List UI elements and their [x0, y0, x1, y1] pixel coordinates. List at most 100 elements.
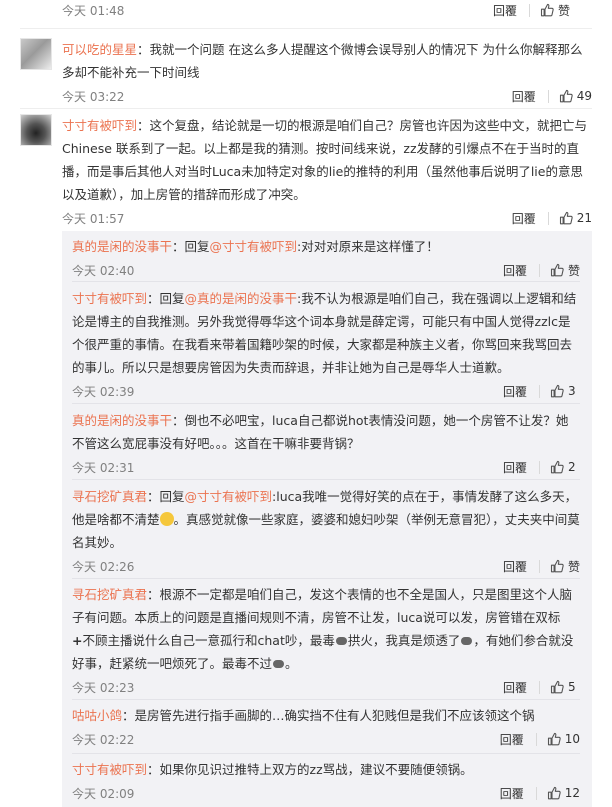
thumbs-up-icon	[550, 559, 564, 573]
reply-text: 咕咕小鸽：是房管先进行指手画脚的…确实挡不住有人犯贱但是我们不应该领这个锅	[72, 708, 535, 723]
reply-text: 寸寸有被吓到：回复@真的是闲的没事干:我不认为根源是咱们自己，我在强调以上逻辑和…	[72, 291, 577, 375]
reply-item: 寸寸有被吓到：如果你见识过推特上双方的zz骂战，建议不要随便领锅。 今天 02:…	[72, 758, 580, 803]
reply-button[interactable]: 回覆	[503, 459, 527, 476]
reply-footer: 今天 02:23 回覆 5	[72, 677, 580, 697]
reply-footer: 今天 02:39 回覆 3	[72, 381, 580, 401]
comment-footer: 今天 01:57 回覆 21	[62, 208, 592, 228]
avatar[interactable]	[20, 114, 52, 146]
user-name[interactable]: 咕咕小鸽	[72, 708, 122, 723]
thumbs-up-icon	[547, 732, 561, 746]
reply-footer: 今天 02:09 回覆 12	[72, 783, 580, 803]
mention-link[interactable]: @真的是闲的没事干	[185, 291, 298, 306]
user-name[interactable]: 寸寸有被吓到	[72, 291, 147, 306]
like-count: 5	[568, 680, 576, 694]
user-name[interactable]: 真的是闲的没事干	[72, 239, 172, 254]
user-name[interactable]: 寻石挖矿真君	[72, 489, 147, 504]
avatar[interactable]	[20, 38, 52, 70]
reply-footer: 今天 02:31 回覆 2	[72, 457, 580, 477]
comment-feed: 今天 01:48 回覆 赞 可以吃的星星：我就一个问题 在这么多人提醒这个微博会…	[0, 0, 612, 807]
user-name[interactable]: 寸寸有被吓到	[62, 118, 137, 133]
reply-footer: 今天 02:26 回覆 赞	[72, 556, 580, 576]
reply-item: 真的是闲的没事干：倒也不必吧宝，luca自己都说hot表情没问题，她一个房管不让…	[72, 409, 580, 477]
like-button[interactable]: 赞	[550, 262, 580, 279]
like-button[interactable]: 21	[559, 211, 592, 225]
divider	[72, 281, 580, 282]
user-name[interactable]: 真的是闲的没事干	[72, 413, 172, 428]
nested-replies: 真的是闲的没事干：回复@寸寸有被吓到:对对对原来是这样懂了！ 今天 02:40 …	[62, 231, 592, 807]
reply-time: 今天 02:39	[72, 384, 135, 399]
like-button[interactable]: 3	[550, 384, 580, 398]
emoji-icon	[273, 660, 285, 668]
reply-item: 真的是闲的没事干：回复@寸寸有被吓到:对对对原来是这样懂了！ 今天 02:40 …	[72, 235, 580, 280]
thumbs-up-icon	[550, 263, 564, 277]
reply-button[interactable]: 回覆	[512, 88, 536, 105]
reply-footer: 今天 02:22 回覆 10	[72, 729, 580, 749]
mention-link[interactable]: @寸寸有被吓到	[185, 489, 273, 504]
reply-time: 今天 02:09	[72, 786, 135, 801]
reply-button[interactable]: 回覆	[503, 679, 527, 696]
reply-item: 咕咕小鸽：是房管先进行指手画脚的…确实挡不住有人犯贱但是我们不应该领这个锅 今天…	[72, 704, 580, 749]
thumbs-up-icon	[550, 384, 564, 398]
like-count: 赞	[567, 263, 580, 278]
like-count: 2	[568, 460, 576, 474]
comment-time: 今天 01:48	[62, 3, 125, 18]
like-button[interactable]: 5	[550, 680, 580, 694]
user-name[interactable]: 寻石挖矿真君	[72, 587, 147, 602]
reply-time: 今天 02:40	[72, 263, 135, 278]
reply-text: 寸寸有被吓到：如果你见识过推特上双方的zz骂战，建议不要随便领锅。	[72, 762, 473, 777]
reply-text: 寻石挖矿真君：根源不一定都是咱们自己，发这个表情的也不全是国人，只是图里这个人脑…	[72, 587, 574, 671]
like-count: 49	[576, 89, 592, 103]
like-button[interactable]: 49	[559, 89, 592, 103]
reply-time: 今天 02:22	[72, 732, 135, 747]
comment-time: 今天 03:22	[62, 89, 125, 104]
reply-item: 寸寸有被吓到：回复@真的是闲的没事干:我不认为根源是咱们自己，我在强调以上逻辑和…	[72, 287, 580, 401]
thumbs-up-icon	[559, 89, 573, 103]
thumbs-up-icon	[559, 211, 573, 225]
like-button[interactable]: 赞	[550, 558, 580, 575]
reply-text: 真的是闲的没事干：回复@寸寸有被吓到:对对对原来是这样懂了！	[72, 239, 439, 254]
laughing-emoji-icon	[159, 512, 174, 526]
divider	[72, 699, 580, 700]
user-name[interactable]: 寸寸有被吓到	[72, 762, 147, 777]
like-button[interactable]: 12	[547, 786, 580, 800]
comment-item: 可以吃的星星：我就一个问题 在这么多人提醒这个微博会误导别人的情况下 为什么你解…	[20, 38, 592, 104]
divider	[72, 578, 580, 579]
reply-time: 今天 02:26	[72, 559, 135, 574]
reply-time: 今天 02:23	[72, 680, 135, 695]
like-button[interactable]: 赞	[540, 2, 570, 19]
divider	[20, 108, 592, 109]
thumbs-up-icon	[550, 680, 564, 694]
divider	[72, 479, 580, 480]
comment-item: 寸寸有被吓到：这个复盘，结论就是一切的根源是咱们自己？房管也许因为这些中文，就把…	[20, 114, 592, 226]
emoji-icon	[335, 637, 347, 645]
emoji-icon	[461, 637, 473, 645]
reply-button[interactable]: 回覆	[500, 785, 524, 802]
reply-footer: 今天 02:40 回覆 赞	[72, 260, 580, 280]
divider	[72, 403, 580, 404]
reply-button[interactable]: 回覆	[503, 558, 527, 575]
thumbs-up-icon	[540, 3, 554, 17]
divider	[20, 28, 592, 29]
like-count: 赞	[557, 3, 570, 18]
reply-button[interactable]: 回覆	[512, 210, 536, 227]
like-button[interactable]: 2	[550, 460, 580, 474]
reply-text: 寻石挖矿真君：回复@寸寸有被吓到:luca我唯一觉得好笑的点在于，事情发酵了这么…	[72, 489, 580, 550]
user-name[interactable]: 可以吃的星星	[62, 42, 137, 57]
thumbs-up-icon	[547, 786, 561, 800]
reply-button[interactable]: 回覆	[503, 383, 527, 400]
mention-link[interactable]: @寸寸有被吓到	[210, 239, 298, 254]
comment-footer: 今天 03:22 回覆 49	[62, 86, 592, 106]
like-count: 21	[576, 211, 592, 225]
reply-button[interactable]: 回覆	[503, 262, 527, 279]
comment-text: 可以吃的星星：我就一个问题 在这么多人提醒这个微博会误导别人的情况下 为什么你解…	[62, 42, 583, 80]
like-button[interactable]: 10	[547, 732, 580, 746]
divider	[72, 753, 580, 754]
comment-time: 今天 01:57	[62, 211, 125, 226]
reply-item: 寻石挖矿真君：回复@寸寸有被吓到:luca我唯一觉得好笑的点在于，事情发酵了这么…	[72, 485, 580, 576]
reply-button[interactable]: 回覆	[493, 2, 517, 19]
like-count: 3	[568, 384, 576, 398]
reply-time: 今天 02:31	[72, 460, 135, 475]
reply-button[interactable]: 回覆	[500, 731, 524, 748]
like-count: 赞	[567, 559, 580, 574]
like-count: 10	[564, 732, 580, 746]
